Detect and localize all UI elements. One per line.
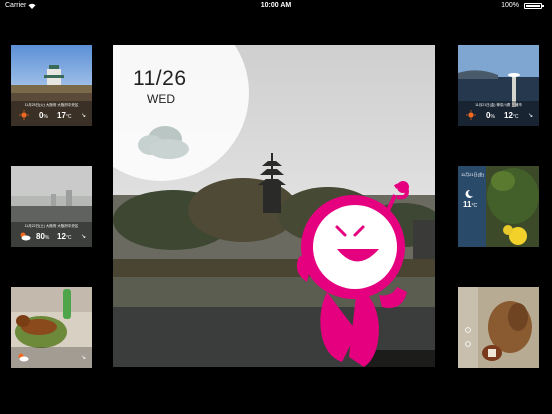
photo-thumbnail-left-2[interactable]: 11月22日(土) 大阪府 大阪府中央区 80% 12°C ↘ xyxy=(11,166,92,247)
temp-value: 12 xyxy=(504,111,513,120)
clock: 10:00 AM xyxy=(260,2,292,9)
sun-cloud-icon xyxy=(19,231,31,245)
battery-icon xyxy=(524,3,544,9)
photo-thumbnail-right-2[interactable]: 11月21日(金) 11°C xyxy=(458,166,539,247)
photo-thumbnail-left-1[interactable]: 11月25日(火) 大阪府 大阪府中央区 0% 17°C ↘ xyxy=(11,45,92,126)
celsius-unit: °C xyxy=(65,235,72,241)
photo-caption: 11月22日(土) 大阪府 大阪府中央区 xyxy=(24,224,79,228)
photo-thumbnail-right-3[interactable] xyxy=(458,287,539,368)
photo-caption: 11月21日(金) xyxy=(461,172,485,177)
sun-cloud-icon xyxy=(17,352,29,366)
weather-row: 80% 12°C ↘ xyxy=(11,231,92,243)
featured-photo-card[interactable]: 11/26 WED xyxy=(113,45,435,367)
precip-value: 80 xyxy=(36,232,45,241)
temp-value: 12 xyxy=(57,232,66,241)
celsius-unit: °C xyxy=(471,203,478,209)
wind-icon: ↘ xyxy=(81,355,87,361)
weather-row: 0% 12°C ↘ xyxy=(458,110,539,122)
celsius-unit: °C xyxy=(512,114,519,120)
wind-icon: ↘ xyxy=(528,113,534,119)
photo-caption: 11月21日(金) 神奈川県 三浦市 xyxy=(475,103,522,107)
battery-percent: 100% xyxy=(501,2,519,9)
photo-caption: 11月25日(火) 大阪府 大阪府中央区 xyxy=(24,103,79,107)
status-bar: Carrier 10:00 AM 100% xyxy=(0,0,552,12)
mascot-character xyxy=(297,181,410,367)
wind-icon: ↘ xyxy=(81,234,87,240)
sun-icon xyxy=(466,110,476,124)
weather-row: ↘ xyxy=(11,352,92,364)
wind-icon xyxy=(464,335,472,353)
temp-value: 17 xyxy=(57,111,66,120)
wind-icon: ↘ xyxy=(81,113,87,119)
photo-thumbnail-right-1[interactable]: 11月21日(金) 神奈川県 三浦市 0% 12°C ↘ xyxy=(458,45,539,126)
photo-thumbnail-left-3[interactable]: ↘ xyxy=(11,287,92,368)
celsius-unit: °C xyxy=(65,114,72,120)
weather-row: 0% 17°C ↘ xyxy=(11,110,92,122)
percent-unit: % xyxy=(43,114,48,120)
sun-icon xyxy=(19,110,29,124)
percent-unit: % xyxy=(44,235,50,241)
percent-unit: % xyxy=(490,114,495,120)
